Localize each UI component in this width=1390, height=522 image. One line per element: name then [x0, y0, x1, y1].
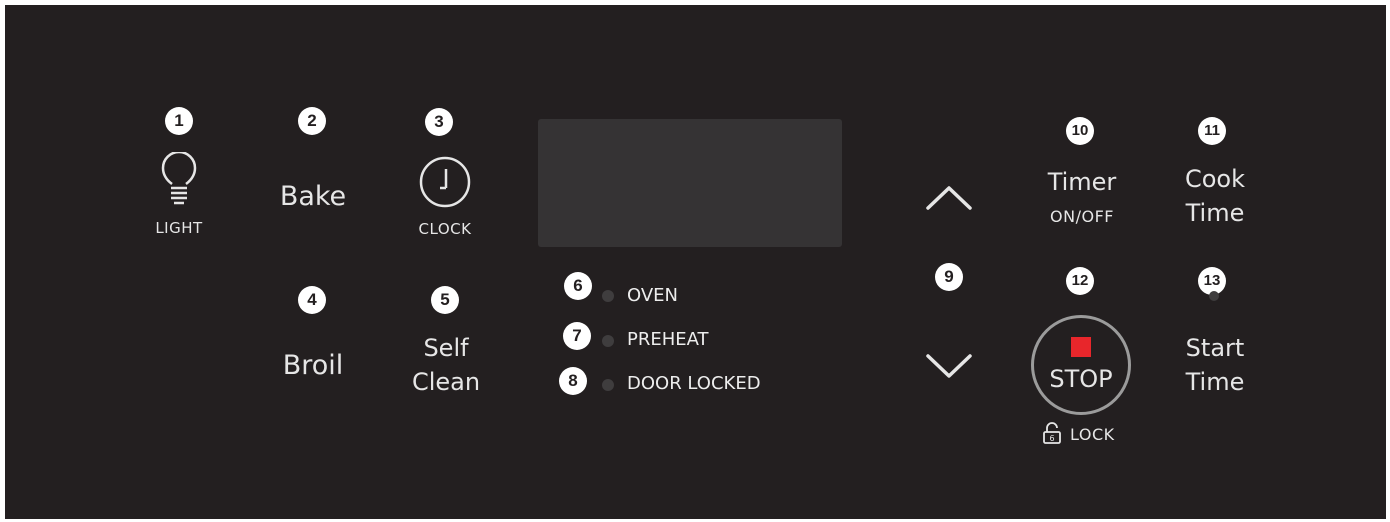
oven-indicator-label: OVEN [627, 285, 679, 306]
door-locked-indicator-label: DOOR LOCKED [627, 373, 761, 394]
lock-button[interactable]: 6 LOCK [1040, 422, 1124, 446]
badge-6: 6 [564, 272, 592, 300]
down-arrow-button[interactable] [924, 352, 974, 382]
badge-10: 10 [1066, 117, 1094, 145]
lock-label: LOCK [1070, 425, 1115, 444]
chevron-down-icon [926, 354, 972, 378]
lock-icon: 6 [1042, 422, 1062, 444]
self-clean-line2: Clean [411, 368, 481, 396]
start-time-indicator-led [1209, 291, 1219, 301]
start-time-button[interactable]: Start Time [1163, 332, 1267, 402]
up-arrow-button[interactable] [924, 182, 974, 212]
badge-2: 2 [298, 107, 326, 135]
svg-text:6: 6 [1049, 434, 1054, 443]
lightbulb-icon [160, 152, 198, 210]
badge-9: 9 [935, 263, 963, 291]
badge-11: 11 [1198, 117, 1226, 145]
badge-3: 3 [425, 108, 453, 136]
badge-4: 4 [298, 286, 326, 314]
clock-label: CLOCK [418, 220, 472, 238]
cook-time-line1: Cook [1184, 165, 1246, 193]
timer-label: Timer [1047, 168, 1117, 196]
chevron-up-icon [926, 186, 972, 210]
preheat-indicator-label: PREHEAT [627, 329, 709, 350]
self-clean-line1: Self [423, 334, 469, 362]
preheat-indicator-led [602, 335, 614, 347]
light-button[interactable]: LIGHT [140, 148, 218, 240]
stop-label: STOP [1049, 365, 1113, 393]
badge-5: 5 [431, 286, 459, 314]
oven-indicator-led [602, 290, 614, 302]
door-locked-indicator-led [602, 379, 614, 391]
cook-time-button[interactable]: Cook Time [1163, 163, 1267, 233]
start-time-line2: Time [1185, 368, 1245, 396]
broil-button[interactable]: Broil [262, 349, 364, 383]
light-label: LIGHT [155, 219, 203, 237]
control-panel [5, 5, 1386, 519]
timer-onoff-label: ON/OFF [1050, 207, 1114, 226]
badge-1: 1 [165, 107, 193, 135]
badge-12: 12 [1066, 267, 1094, 295]
lcd-display [538, 119, 842, 247]
stop-square-icon [1071, 337, 1091, 357]
badge-8: 8 [559, 367, 587, 395]
timer-button[interactable]: Timer ON/OFF [1030, 166, 1134, 230]
start-time-line1: Start [1185, 334, 1245, 362]
clock-button[interactable]: CLOCK [405, 150, 485, 240]
bake-button[interactable]: Bake [262, 180, 364, 214]
self-clean-button[interactable]: Self Clean [395, 332, 497, 402]
clock-icon [418, 155, 472, 209]
cook-time-line2: Time [1185, 199, 1245, 227]
badge-7: 7 [563, 322, 591, 350]
